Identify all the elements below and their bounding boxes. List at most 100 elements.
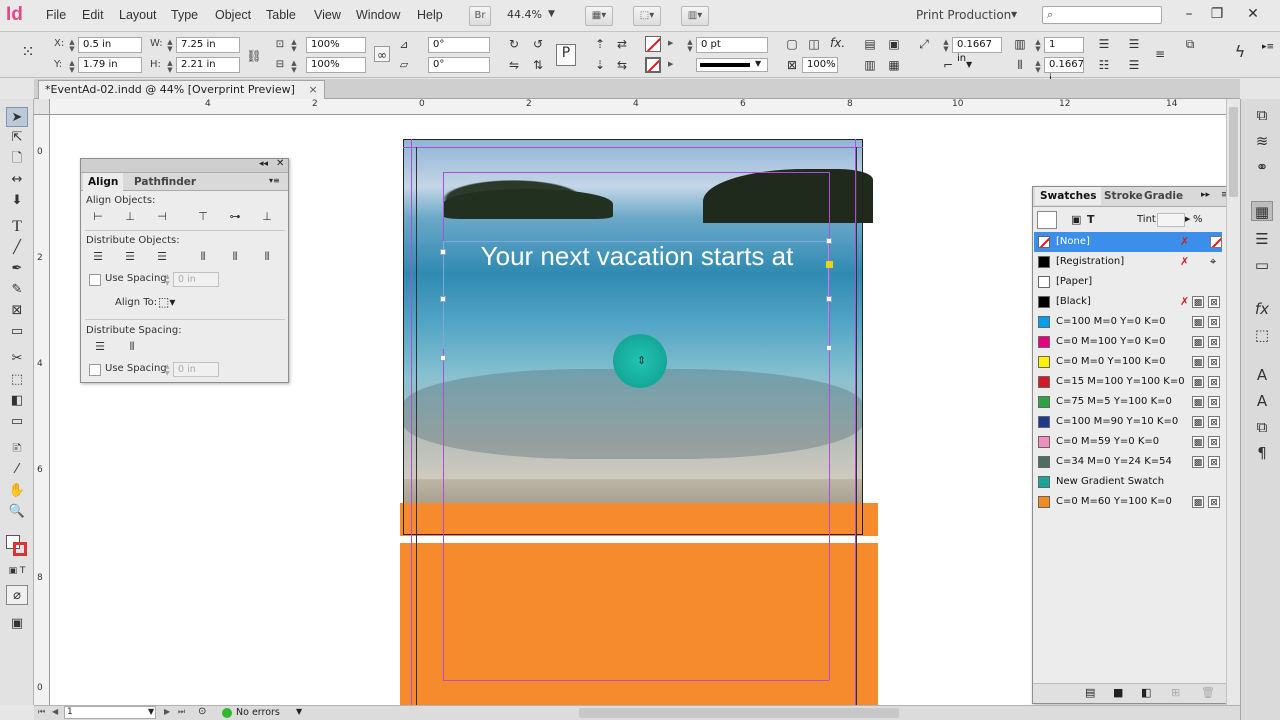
swatch-row[interactable]: C=15 M=100 Y=100 K=0 ▩ ⊠ <box>1034 372 1222 392</box>
panel-menu-icon[interactable]: ▾≡ <box>269 176 280 185</box>
swatch-row[interactable]: C=75 M=5 Y=100 K=0 ▩ ⊠ <box>1034 392 1222 412</box>
text-wrap-jump-icon[interactable]: ▦ <box>886 57 902 73</box>
swatches-panel-icon[interactable]: ▦ <box>1251 201 1273 221</box>
arrange-documents-button[interactable]: ▥▾ <box>681 6 709 26</box>
swatch-row[interactable]: C=0 M=0 Y=100 K=0 ▩ ⊠ <box>1034 352 1222 372</box>
show-color-swatches-icon[interactable]: ■ <box>1113 686 1123 699</box>
page-dropdown-icon[interactable]: ▼ <box>148 707 154 716</box>
menu-view[interactable]: View <box>314 8 341 22</box>
formatting-container-icon[interactable]: ▣ T <box>6 561 28 581</box>
distribute-horizontal-space-icon[interactable]: ⫴ <box>123 339 141 355</box>
ruler-origin[interactable] <box>34 99 50 115</box>
swatch-row[interactable]: New Gradient Swatch <box>1034 472 1222 492</box>
corner-shape-icon[interactable]: ⌐ <box>940 57 956 73</box>
scale-x-field[interactable]: 100% <box>306 37 366 53</box>
help-search-input[interactable]: ⌕ <box>1042 6 1162 24</box>
link-scale-icon[interactable]: ∞ <box>374 46 390 62</box>
rectangle-tool-icon[interactable]: ▭ <box>6 322 28 342</box>
menu-type[interactable]: Type <box>171 8 198 22</box>
selection-tool-icon[interactable]: ➤ <box>6 107 28 127</box>
drop-shadow-icon[interactable]: ▢ <box>784 36 800 52</box>
layers-panel-icon[interactable]: ≋ <box>1251 131 1273 151</box>
width-field[interactable]: 7.25 in <box>176 37 240 53</box>
preflight-status-text[interactable]: No errors <box>236 707 280 718</box>
gap-tool-icon[interactable]: ↔ <box>6 170 28 190</box>
opacity-field[interactable]: 100% <box>802 57 838 73</box>
distribute-horizontal-centers-icon[interactable]: ⫴ <box>226 249 244 265</box>
close-tab-icon[interactable]: × <box>308 83 317 96</box>
lightning-icon[interactable]: ϟ <box>1232 44 1248 60</box>
distribute-vertical-centers-icon[interactable]: ☰ <box>121 249 139 265</box>
direct-selection-tool-icon[interactable]: ⇱ <box>6 128 28 148</box>
distribute-left-edges-icon[interactable]: ⫴ <box>194 249 212 265</box>
page-number-field[interactable]: 1 <box>64 706 156 719</box>
menu-file[interactable]: File <box>46 8 66 22</box>
swatch-row[interactable]: C=100 M=90 Y=10 K=0 ▩ ⊠ <box>1034 412 1222 432</box>
stroke-menu-icon[interactable]: ▶ <box>668 60 673 68</box>
columns-stepper[interactable]: ▲ ▼ <box>1034 39 1042 53</box>
scale-x-stepper[interactable]: ▲ ▼ <box>290 39 298 53</box>
text-wrap-box-icon[interactable]: ▣ <box>886 36 902 52</box>
swatch-row[interactable]: [None] ✗ <box>1034 232 1222 252</box>
new-swatch-icon[interactable]: ⊞ <box>1171 686 1180 699</box>
swatch-row[interactable]: C=34 M=0 Y=24 K=54 ▩ ⊠ <box>1034 452 1222 472</box>
effects-icon[interactable]: ◫ <box>806 36 822 52</box>
minimize-button[interactable]: – <box>1176 3 1202 25</box>
y-stepper[interactable]: ▲ ▼ <box>68 60 76 74</box>
zoom-tool-icon[interactable]: 🔍 <box>6 502 28 522</box>
vertical-scroll-thumb[interactable] <box>1229 107 1238 197</box>
align-horizontal-centers-icon[interactable]: ⊥ <box>121 209 139 225</box>
effects-panel-icon[interactable]: fx <box>1251 299 1273 319</box>
line-tool-icon[interactable]: ╱ <box>6 238 28 258</box>
tab-gradient[interactable]: Gradie <box>1139 187 1188 205</box>
free-transform-tool-icon[interactable]: ⬚ <box>6 370 28 390</box>
shear-field[interactable]: 0° <box>428 57 490 73</box>
document-tab[interactable]: *EventAd-02.indd @ 44% [Overprint Previe… <box>38 80 325 99</box>
apply-none-icon[interactable]: ⌀ <box>6 585 28 605</box>
menu-help[interactable]: Help <box>417 8 443 22</box>
spacing-field[interactable]: 0 in <box>173 272 219 287</box>
out-port-handle[interactable] <box>826 261 833 268</box>
swatch-row[interactable]: C=0 M=100 Y=0 K=0 ▩ ⊠ <box>1034 332 1222 352</box>
close-window-button[interactable]: ✕ <box>1240 3 1266 25</box>
pencil-tool-icon[interactable]: ✎ <box>6 280 28 300</box>
horizontal-ruler[interactable]: 4 2 0 2 4 6 8 10 12 14 <box>50 99 1226 115</box>
first-page-icon[interactable]: ⏮ <box>38 707 45 717</box>
links-panel-icon[interactable]: ⚭ <box>1251 157 1273 177</box>
menu-table[interactable]: Table <box>266 8 296 22</box>
y-field[interactable]: 1.79 in <box>78 57 142 73</box>
screen-mode-button[interactable]: ⬚▾ <box>633 6 661 26</box>
gutter-stepper[interactable]: ▲ ▼ <box>1034 60 1042 74</box>
select-content-icon[interactable]: ⇣ <box>592 57 608 73</box>
tint-slider-arrow-icon[interactable]: ▶ <box>1185 215 1190 223</box>
workspace-switcher[interactable]: Print Production <box>916 8 1011 22</box>
stroke-box-icon[interactable] <box>13 542 27 556</box>
align-justify-text-icon[interactable]: ☰ <box>1126 57 1142 73</box>
menu-window[interactable]: Window <box>356 8 400 22</box>
vertical-ruler[interactable]: 0 2 4 6 8 0 <box>34 115 50 705</box>
text-frame[interactable]: Your next vacation starts at <box>443 241 829 349</box>
stroke-panel-icon[interactable]: ☰ <box>1251 229 1273 249</box>
tint-field[interactable] <box>1157 213 1185 227</box>
corner-dropdown-icon[interactable]: ▼ <box>966 60 972 69</box>
pen-tool-icon[interactable]: ✒ <box>6 259 28 279</box>
rotate-ccw-icon[interactable]: ↺ <box>530 36 546 52</box>
restore-button[interactable]: ❐ <box>1204 3 1230 25</box>
fill-stroke-icon[interactable] <box>1037 211 1057 229</box>
bridge-button[interactable]: Br <box>469 6 491 26</box>
gutter-field[interactable]: 0.1667 i <box>1044 57 1084 84</box>
scissors-tool-icon[interactable]: ✂ <box>6 349 28 369</box>
zoom-level[interactable]: 44.4% <box>507 8 542 21</box>
auto-fit-icon[interactable]: ⤢ <box>916 36 932 52</box>
distribute-bottom-edges-icon[interactable]: ☰ <box>153 249 171 265</box>
align-right-edges-icon[interactable]: ⊣ <box>153 209 171 225</box>
text-wrap-shape-icon[interactable]: ▥ <box>862 57 878 73</box>
align-panel-titlebar[interactable]: ◂◂ ✕ <box>81 158 288 173</box>
teal-gradient-circle[interactable]: ⇕ <box>613 334 667 388</box>
w-stepper[interactable]: ▲ ▼ <box>166 39 174 53</box>
last-page-icon[interactable]: ⏭ <box>178 707 185 717</box>
paragraph-styles-icon[interactable]: ⧉ <box>1251 417 1273 437</box>
offset-stepper[interactable]: ▲ ▼ <box>942 39 950 53</box>
align-bottom-edges-icon[interactable]: ⊥ <box>258 209 276 225</box>
fill-swatch-icon[interactable] <box>645 36 661 52</box>
